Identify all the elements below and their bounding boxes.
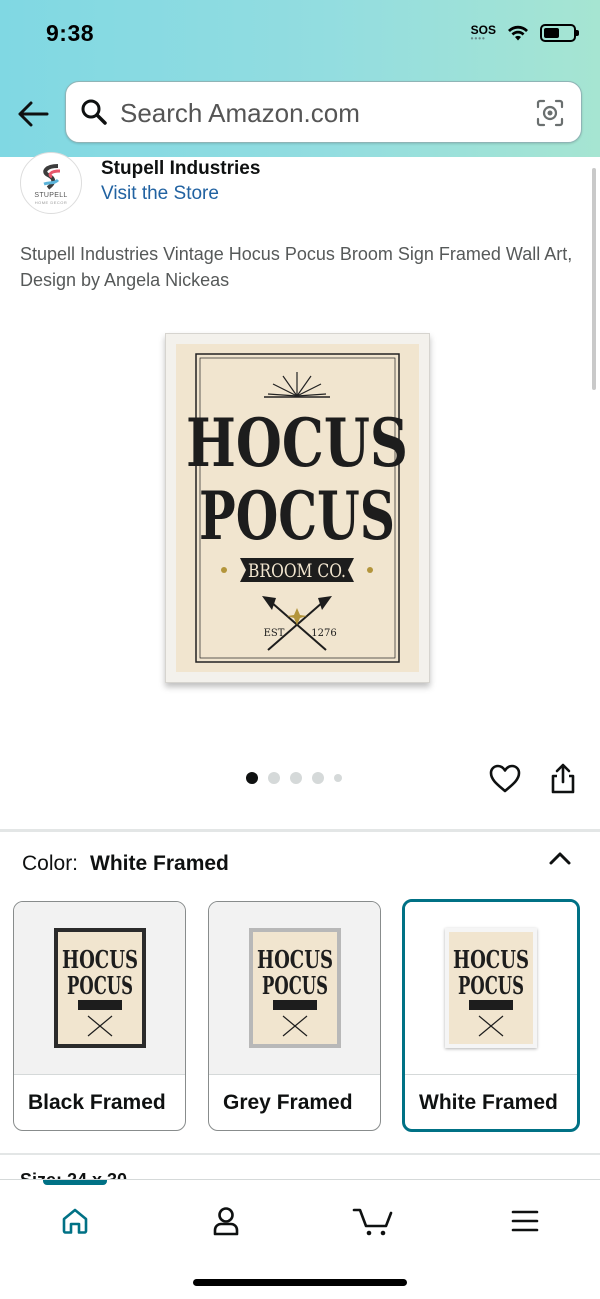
thumb-poster: HOCUS POCUS — [453, 945, 529, 1037]
thumbnail-black-frame: HOCUS POCUS — [53, 928, 146, 1048]
brand-logo-text: STUPELL — [34, 191, 68, 199]
poster-year: 1276 — [311, 628, 336, 639]
status-time: 9:38 — [46, 20, 95, 46]
section-divider — [0, 1153, 600, 1155]
color-label: Color: — [22, 852, 79, 875]
thumbnail-white-frame: HOCUS POCUS — [445, 928, 537, 1048]
poster-banner: BROOM CO. — [248, 560, 346, 582]
visit-store-link[interactable]: Visit the Store — [101, 183, 219, 205]
account-icon — [213, 1207, 239, 1236]
swatch-label: Black Framed — [28, 1091, 166, 1114]
back-button[interactable] — [14, 95, 52, 133]
color-selected-value: White Framed — [90, 852, 229, 875]
active-tab-indicator — [43, 1180, 107, 1185]
color-selector-header[interactable]: Color: White Framed — [22, 852, 229, 876]
poster-artwork: HOCUS POCUS BROOM CO. EST 1276 — [176, 344, 419, 672]
thumb-poster: HOCUS POCUS — [62, 945, 138, 1037]
stupell-logo-mark — [43, 163, 61, 190]
brand-name: Stupell Industries — [101, 158, 261, 179]
thumb-line1: HOCUS — [62, 945, 138, 974]
swatch-image: HOCUS POCUS — [14, 902, 185, 1075]
chevron-up-icon[interactable] — [547, 848, 573, 868]
sos-indicator: SOS •••• — [471, 24, 496, 43]
brand-logo[interactable]: STUPELL HOME DECOR — [20, 152, 82, 214]
brand-logo-subtext: HOME DECOR — [34, 199, 68, 205]
color-option-black-framed[interactable]: HOCUS POCUS Black Framed — [13, 901, 186, 1131]
poster-line1: HOCUS — [186, 404, 408, 482]
color-option-grey-framed[interactable]: HOCUS POCUS Grey Framed — [208, 901, 381, 1131]
tab-account[interactable] — [203, 1198, 249, 1244]
wifi-icon — [508, 25, 528, 41]
battery-icon — [540, 24, 579, 42]
thumb-line1: HOCUS — [453, 945, 529, 974]
scrollbar[interactable] — [592, 168, 596, 390]
share-icon — [551, 763, 575, 794]
wishlist-button[interactable] — [488, 762, 522, 796]
status-icons: SOS •••• — [471, 24, 579, 43]
menu-icon — [511, 1210, 539, 1232]
search-input[interactable] — [120, 94, 520, 132]
thumb-line2: POCUS — [262, 971, 328, 1000]
color-option-white-framed[interactable]: HOCUS POCUS White Framed — [402, 899, 580, 1132]
thumb-line1: HOCUS — [257, 945, 333, 974]
image-carousel-dots[interactable] — [246, 772, 342, 784]
heart-icon — [489, 764, 521, 793]
thumb-poster: HOCUS POCUS — [257, 945, 333, 1037]
product-image[interactable]: HOCUS POCUS BROOM CO. EST 1276 — [165, 333, 430, 683]
thumbnail-grey-frame: HOCUS POCUS — [248, 928, 341, 1048]
swatch-image: HOCUS POCUS — [209, 902, 380, 1075]
thumb-line2: POCUS — [458, 971, 524, 1000]
poster-line2: POCUS — [199, 477, 395, 555]
back-arrow-icon — [18, 101, 49, 127]
swatch-label: Grey Framed — [223, 1091, 353, 1114]
product-title: Stupell Industries Vintage Hocus Pocus B… — [20, 244, 573, 290]
cart-icon — [352, 1208, 393, 1236]
thumb-line2: POCUS — [67, 971, 133, 1000]
carousel-dot[interactable] — [246, 772, 258, 784]
header-bar: 9:38 SOS •••• — [0, 0, 600, 157]
home-indicator — [193, 1279, 407, 1286]
tab-cart[interactable] — [350, 1198, 396, 1244]
carousel-dot[interactable] — [268, 772, 280, 784]
poster-est: EST — [264, 628, 285, 639]
search-box[interactable] — [65, 81, 582, 143]
poster-svg: HOCUS POCUS BROOM CO. EST 1276 — [186, 353, 408, 663]
tab-menu[interactable] — [502, 1198, 548, 1244]
home-icon — [62, 1208, 88, 1234]
carousel-dot[interactable] — [334, 774, 342, 782]
carousel-dot[interactable] — [312, 772, 324, 784]
tab-home[interactable] — [52, 1198, 98, 1244]
swatch-label: White Framed — [419, 1091, 558, 1114]
search-icon — [81, 99, 107, 125]
swatch-image: HOCUS POCUS — [405, 902, 577, 1075]
carousel-dot[interactable] — [290, 772, 302, 784]
share-button[interactable] — [546, 762, 580, 796]
section-divider — [0, 829, 600, 832]
camera-lens-icon[interactable] — [535, 98, 565, 128]
